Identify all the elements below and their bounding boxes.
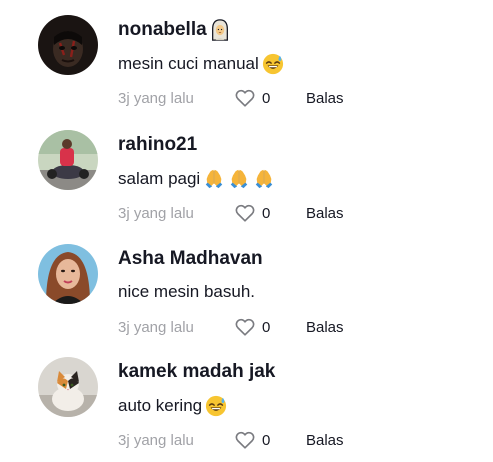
like-count: 0: [262, 204, 271, 222]
username[interactable]: nonabella: [118, 19, 231, 41]
like-count: 0: [262, 318, 271, 336]
username[interactable]: kamek madah jak: [118, 361, 275, 383]
username-text: rahino21: [118, 134, 198, 155]
comment-text-body: auto kering: [118, 396, 203, 415]
grinning-sweat-emoji: [205, 395, 227, 417]
comment-item: kamek madah jak auto kering 3j yang lalu…: [0, 357, 493, 462]
reply-button[interactable]: Balas: [306, 432, 344, 449]
heart-outline-icon[interactable]: [234, 429, 256, 451]
folded-hands-emoji: [228, 168, 250, 190]
heart-outline-icon[interactable]: [234, 87, 256, 109]
username[interactable]: rahino21: [118, 134, 197, 156]
username-text: Asha Madhavan: [118, 248, 263, 269]
comment-meta: 3j yang lalu 0 Balas: [118, 315, 344, 339]
reply-button[interactable]: Balas: [306, 319, 344, 336]
username-text: kamek madah jak: [118, 361, 276, 382]
comment-text: nice mesin basuh.: [118, 282, 255, 302]
timestamp: 3j yang lalu: [118, 431, 194, 449]
comment-text-body: salam pagi: [118, 169, 201, 188]
comment-item: rahino21 salam pagi 3j yang lalu 0 Balas: [0, 130, 493, 240]
comment-text: salam pagi: [118, 168, 275, 190]
grinning-sweat-emoji: [262, 53, 284, 75]
avatar[interactable]: [38, 15, 98, 75]
timestamp: 3j yang lalu: [118, 318, 194, 336]
woman-headscarf-emoji: [209, 19, 231, 41]
comment-text-body: mesin cuci manual: [118, 54, 259, 73]
avatar[interactable]: [38, 357, 98, 417]
comment-item: Asha Madhavan nice mesin basuh. 3j yang …: [0, 244, 493, 354]
username-text: nonabella: [118, 19, 207, 40]
comment-text-body: nice mesin basuh.: [118, 282, 256, 301]
avatar[interactable]: [38, 244, 98, 304]
comment-meta: 3j yang lalu 0 Balas: [118, 201, 344, 225]
comment-text: auto kering: [118, 395, 227, 417]
comment-meta: 3j yang lalu 0 Balas: [118, 428, 344, 452]
folded-hands-emoji: [253, 168, 275, 190]
comment-text: mesin cuci manual: [118, 53, 284, 75]
reply-button[interactable]: Balas: [306, 90, 344, 107]
timestamp: 3j yang lalu: [118, 89, 194, 107]
folded-hands-emoji: [203, 168, 225, 190]
timestamp: 3j yang lalu: [118, 204, 194, 222]
like-button[interactable]: 0: [234, 202, 306, 224]
heart-outline-icon[interactable]: [234, 202, 256, 224]
comment-list: nonabella mesin cuci manual 3j yang lalu…: [0, 0, 493, 462]
heart-outline-icon[interactable]: [234, 316, 256, 338]
comment-item: nonabella mesin cuci manual 3j yang lalu…: [0, 15, 493, 125]
like-button[interactable]: 0: [234, 429, 306, 451]
like-count: 0: [262, 431, 271, 449]
reply-button[interactable]: Balas: [306, 205, 344, 222]
avatar[interactable]: [38, 130, 98, 190]
like-button[interactable]: 0: [234, 316, 306, 338]
comment-meta: 3j yang lalu 0 Balas: [118, 86, 344, 110]
username[interactable]: Asha Madhavan: [118, 248, 263, 270]
like-button[interactable]: 0: [234, 87, 306, 109]
like-count: 0: [262, 89, 271, 107]
